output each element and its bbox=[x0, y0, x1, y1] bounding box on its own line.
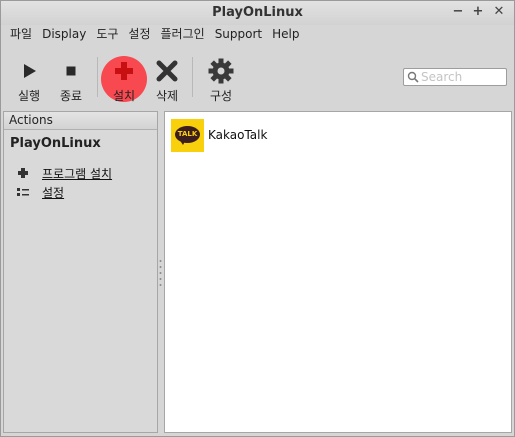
kakaotalk-icon: TALK bbox=[171, 118, 204, 152]
remove-icon bbox=[156, 60, 178, 82]
toolbar-separator bbox=[97, 57, 98, 97]
menu-support[interactable]: Support bbox=[210, 25, 267, 45]
installed-apps-list: TALK KakaoTalk bbox=[164, 111, 512, 433]
app-name: KakaoTalk bbox=[208, 128, 268, 142]
menu-plugins[interactable]: 플러그인 bbox=[156, 25, 210, 45]
menu-settings[interactable]: 설정 bbox=[123, 25, 155, 45]
app-window: PlayOnLinux − + ✕ 파일 Display 도구 설정 플러그인 … bbox=[0, 0, 515, 437]
list-item[interactable]: TALK KakaoTalk bbox=[171, 118, 267, 152]
settings-list-icon bbox=[17, 188, 29, 196]
actions-header: Actions bbox=[4, 112, 157, 130]
sidebar-app-name: PlayOnLinux bbox=[10, 136, 101, 151]
remove-label: 삭제 bbox=[155, 89, 179, 103]
sidebar-item-install-program[interactable]: 프로그램 설치 bbox=[16, 164, 112, 182]
actions-header-label: Actions bbox=[9, 113, 53, 127]
search-input[interactable]: Search bbox=[403, 68, 507, 86]
menu-help[interactable]: Help bbox=[267, 25, 304, 45]
kakaotalk-icon-tail bbox=[179, 138, 186, 145]
title-bar: PlayOnLinux − + ✕ bbox=[1, 1, 514, 25]
plus-icon bbox=[115, 62, 133, 80]
menu-bar: 파일 Display 도구 설정 플러그인 Support Help bbox=[5, 25, 304, 45]
gear-icon bbox=[208, 58, 234, 84]
sidebar-item-label: 프로그램 설치 bbox=[42, 166, 113, 181]
window-title: PlayOnLinux bbox=[212, 5, 303, 20]
search-placeholder: Search bbox=[421, 70, 463, 84]
splitter-handle[interactable] bbox=[159, 259, 162, 287]
minimize-button[interactable]: − bbox=[450, 4, 466, 20]
stop-icon bbox=[66, 66, 76, 76]
menu-tools[interactable]: 도구 bbox=[91, 25, 123, 45]
stop-label: 종료 bbox=[59, 89, 83, 103]
plus-icon bbox=[18, 168, 28, 178]
sidebar-item-label: 설정 bbox=[42, 185, 65, 200]
stop-button[interactable]: 종료 bbox=[46, 49, 96, 107]
close-button[interactable]: ✕ bbox=[491, 4, 507, 20]
play-icon bbox=[24, 64, 36, 78]
configure-button[interactable]: 구성 bbox=[196, 49, 246, 107]
actions-panel: Actions PlayOnLinux 프로그램 설치 설정 bbox=[3, 111, 158, 433]
configure-label: 구성 bbox=[209, 89, 233, 103]
menu-file[interactable]: 파일 bbox=[5, 25, 37, 45]
menu-display[interactable]: Display bbox=[37, 25, 91, 45]
search-icon bbox=[407, 71, 419, 83]
maximize-button[interactable]: + bbox=[470, 4, 486, 20]
remove-button[interactable]: 삭제 bbox=[142, 49, 192, 107]
toolbar-separator bbox=[192, 57, 193, 97]
sidebar-item-settings[interactable]: 설정 bbox=[16, 183, 64, 201]
